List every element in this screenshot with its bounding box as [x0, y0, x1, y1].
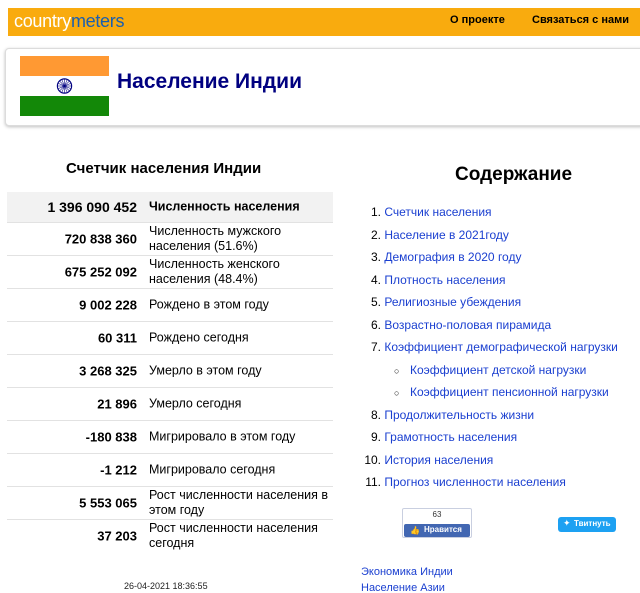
toc-item: 6. Возрастно-половая пирамида: [358, 317, 640, 340]
toc-number: 6.: [370, 317, 381, 332]
toc-link[interactable]: Коэффициент демографической нагрузки: [384, 340, 618, 354]
toc-number: 2.: [370, 227, 381, 242]
counter-value: -180 838: [85, 429, 137, 445]
toc-link[interactable]: Возрастно-половая пирамида: [384, 318, 551, 332]
contents-title: Содержание: [455, 164, 573, 185]
toc-number: 7.: [370, 340, 381, 354]
toc-item: 5. Религиозные убеждения: [358, 294, 640, 317]
counter-label: Численность населения: [149, 199, 300, 214]
ashoka-chakra-icon: [56, 78, 73, 94]
counter-label: Численность женского населения (48.4%): [149, 257, 280, 286]
counter-label: Мигрировало в этом году: [149, 429, 296, 444]
toc-link[interactable]: Счетчик населения: [384, 205, 491, 219]
toc-item: 8. Продолжительность жизни: [358, 407, 640, 430]
toc-link[interactable]: Население в 2021году: [384, 228, 509, 242]
counter-label: Рождено сегодня: [149, 330, 249, 345]
toc-link[interactable]: Демография в 2020 году: [384, 250, 521, 264]
counter-row: -180 838 Мигрировало в этом году: [7, 420, 333, 453]
counter-label: Мигрировало сегодня: [149, 462, 276, 477]
table-of-contents: 1. Счетчик населения 2. Население в 2021г…: [358, 204, 640, 497]
toc-item: ○ Коэффициент детской нагрузки: [358, 362, 640, 385]
toc-item: 2. Население в 2021году: [358, 227, 640, 250]
thumbs-up-icon: 👍: [410, 526, 420, 535]
toc-link[interactable]: Продолжительность жизни: [384, 408, 534, 422]
counter-value: 5 553 065: [79, 495, 137, 511]
toc-item: 10. История населения: [358, 452, 640, 475]
counter-value: 21 896: [97, 396, 137, 412]
toc-link[interactable]: Плотность населения: [384, 273, 505, 287]
toc-item: 7. Коэффициент демографической нагрузки: [358, 339, 640, 362]
counter-value: 60 311: [97, 330, 137, 346]
facebook-like-label: Нравится: [424, 525, 462, 534]
toc-item: 3. Демография в 2020 году: [358, 249, 640, 272]
toc-link[interactable]: Коэффициент детской нагрузки: [410, 363, 586, 377]
toc-link[interactable]: Прогноз численности населения: [384, 475, 566, 489]
facebook-like-widget: 63 👍 Нравится: [402, 508, 472, 538]
counter-title: Счетчик населения Индии: [66, 160, 262, 177]
logo-text-meters: meters: [70, 11, 125, 31]
bullet-icon: ○: [394, 365, 400, 376]
facebook-like-count: 63: [432, 510, 442, 519]
link-india-economy[interactable]: Экономика Индии: [361, 566, 453, 578]
counter-value: 720 838 360: [64, 231, 137, 247]
counter-row: 3 268 325 Умерло в этом году: [7, 354, 333, 387]
counter-row: 5 553 065 Рост численности населения в эт…: [7, 486, 333, 519]
counter-value: 37 203: [97, 528, 137, 544]
counter-row: 60 311 Рождено сегодня: [7, 321, 333, 354]
population-counter-table: 1 396 090 452 Численность населения 720 83…: [7, 192, 333, 552]
india-flag-icon: [20, 56, 109, 116]
counter-label: Рождено в этом году: [149, 297, 269, 312]
counter-label: Рост численности населения в этом году: [149, 488, 329, 517]
toc-item: 11. Прогноз численности населения: [358, 474, 640, 497]
counter-label: Умерло сегодня: [149, 396, 242, 411]
counter-value: -1 212: [100, 462, 137, 478]
counter-label: Умерло в этом году: [149, 363, 262, 378]
counter-row: 675 252 092 Численность женского населени…: [7, 255, 333, 288]
top-bar: countrymeters О проекте Связаться с нами: [0, 0, 640, 36]
site-logo[interactable]: countrymeters: [14, 11, 124, 32]
twitter-tweet-button[interactable]: ✦ Твитнуть: [558, 517, 616, 532]
counter-row: 720 838 360 Численность мужского населени…: [7, 222, 333, 255]
toc-link[interactable]: История населения: [384, 453, 493, 467]
counter-timestamp: 26-04-2021 18:36:55: [124, 581, 208, 591]
twitter-tweet-label: Твитнуть: [574, 519, 611, 528]
nav-about-link[interactable]: О проекте: [450, 14, 505, 26]
toc-item: ○ Коэффициент пенсионной нагрузки: [358, 384, 640, 407]
toc-number: 1.: [370, 205, 381, 219]
toc-number: 9.: [370, 430, 381, 444]
toc-number: 10.: [364, 452, 381, 467]
toc-item: 9. Грамотность населения: [358, 429, 640, 452]
counter-row: 9 002 228 Рождено в этом году: [7, 288, 333, 321]
toc-number: 5.: [370, 295, 381, 309]
counter-row: -1 212 Мигрировало сегодня: [7, 453, 333, 486]
counter-value: 675 252 092: [64, 264, 137, 280]
counter-value: 3 268 325: [79, 363, 137, 379]
link-asia-population[interactable]: Население Азии: [361, 582, 445, 593]
counter-value: 9 002 228: [79, 297, 137, 313]
toc-link[interactable]: Религиозные убеждения: [384, 295, 521, 309]
toc-number: 3.: [370, 250, 381, 264]
counter-row: 21 896 Умерло сегодня: [7, 387, 333, 420]
top-bar-strip: countrymeters О проекте Связаться с нами: [8, 8, 640, 36]
counter-row: 1 396 090 452 Численность населения: [7, 192, 333, 222]
toc-link[interactable]: Коэффициент пенсионной нагрузки: [410, 385, 609, 399]
toc-item: 4. Плотность населения: [358, 272, 640, 295]
header-card: Население Индии: [5, 48, 640, 126]
counter-value: 1 396 090 452: [47, 199, 137, 215]
toc-number: 11.: [365, 475, 381, 489]
toc-item: 1. Счетчик населения: [358, 204, 640, 227]
counter-label: Рост численности населения сегодня: [149, 521, 318, 550]
facebook-like-button[interactable]: 👍 Нравится: [404, 524, 470, 537]
counter-row: 37 203 Рост численности населения сегодня: [7, 519, 333, 552]
toc-number: 4.: [370, 272, 381, 287]
toc-link[interactable]: Грамотность населения: [384, 430, 517, 444]
counter-label: Численность мужского населения (51.6%): [149, 224, 282, 253]
logo-text-country: country: [14, 11, 71, 31]
bullet-icon: ○: [394, 388, 400, 398]
twitter-bird-icon: ✦: [563, 518, 571, 528]
toc-number: 8.: [370, 407, 381, 422]
page-title: Население Индии: [117, 70, 302, 93]
nav-contact-link[interactable]: Связаться с нами: [532, 14, 629, 26]
